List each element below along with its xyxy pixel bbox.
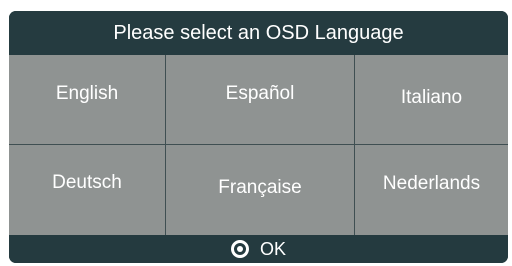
- language-option-espanol[interactable]: Español: [166, 55, 355, 145]
- language-label: Nederlands: [382, 173, 481, 194]
- language-label: Español: [225, 82, 295, 104]
- language-option-english[interactable]: English: [9, 55, 166, 145]
- ok-button[interactable]: OK: [9, 235, 508, 263]
- language-option-deutsch[interactable]: Deutsch: [9, 145, 166, 235]
- language-label: English: [55, 82, 119, 104]
- language-label: Italiano: [400, 86, 463, 108]
- language-option-nederlands[interactable]: Nederlands: [355, 145, 508, 235]
- language-option-italiano[interactable]: Italiano: [355, 55, 508, 145]
- ok-button-icon: [230, 240, 249, 258]
- language-label: Deutsch: [52, 172, 122, 193]
- language-label: Française: [218, 177, 302, 198]
- language-option-francaise[interactable]: Française: [166, 145, 355, 235]
- dialog-title: Please select an OSD Language: [9, 11, 508, 55]
- osd-language-dialog: Please select an OSD Language English Es…: [9, 11, 508, 263]
- ok-label: OK: [259, 238, 286, 259]
- language-grid: English Español Italiano Deutsch Françai…: [9, 55, 508, 235]
